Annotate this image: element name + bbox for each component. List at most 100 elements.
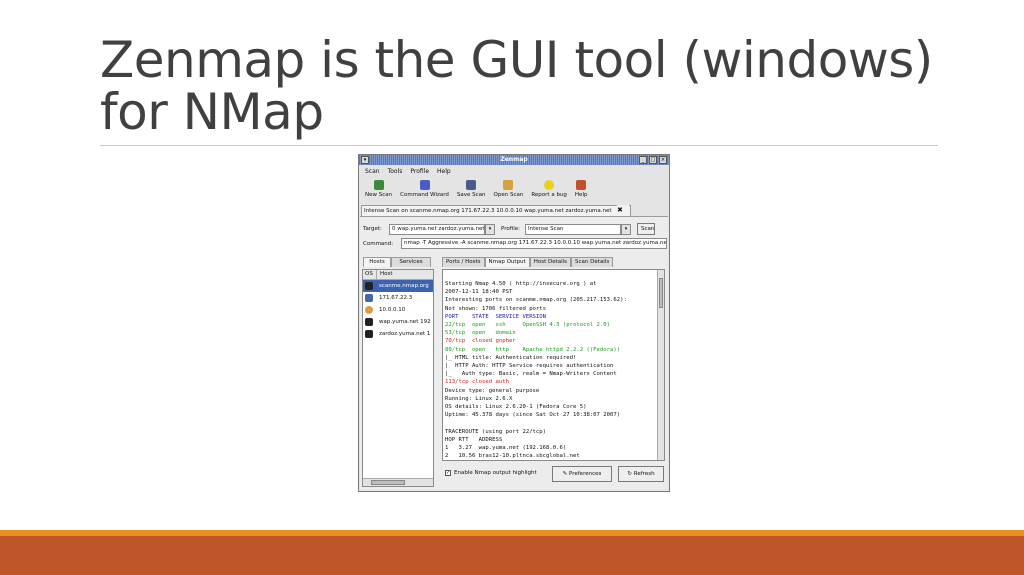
title-line-2: for NMap xyxy=(100,83,324,141)
host-row[interactable]: 171.67.22.3 xyxy=(363,292,433,304)
target-dropdown-icon[interactable]: ▾ xyxy=(485,223,495,235)
target-row: Target: 0 wap.yuma.net zardoz.yuma.net ▾… xyxy=(363,223,655,235)
scan-button[interactable]: Scan xyxy=(637,223,655,235)
tab-ports-hosts[interactable]: Ports / Hosts xyxy=(442,257,485,267)
output-line: Starting Nmap 4.50 ( http://insecure.org… xyxy=(445,281,597,287)
output-line: Device type: general purpose xyxy=(445,387,540,394)
refresh-button[interactable]: ↻ Refresh xyxy=(618,466,664,482)
unknown-os-icon xyxy=(365,306,373,314)
output-line: |_ HTML title: Authentication required! xyxy=(445,354,577,361)
folder-icon xyxy=(503,180,514,190)
host-list: OS Host scanme.nmap.org 171.67.22.3 10.0… xyxy=(362,269,434,487)
nmap-output-text: Starting Nmap 4.50 ( http://insecure.org… xyxy=(443,270,664,460)
close-icon[interactable]: × xyxy=(659,156,667,164)
windows-icon xyxy=(365,294,373,302)
command-label: Command: xyxy=(363,240,394,247)
host-row[interactable]: zardoz.yuma.net 1 xyxy=(363,328,433,340)
nmap-output-pane: Starting Nmap 4.50 ( http://insecure.org… xyxy=(442,269,665,461)
command-wizard-button[interactable]: Command Wizard xyxy=(396,178,453,202)
host-list-header: OS Host xyxy=(363,270,433,280)
bulb-icon xyxy=(544,180,555,190)
tab-nmap-output[interactable]: Nmap Output xyxy=(484,257,530,267)
maximize-icon[interactable]: □ xyxy=(649,156,657,164)
hscroll-thumb[interactable] xyxy=(371,480,405,485)
output-line: |_ Auth type: Basic, realm = Nmap-Writer… xyxy=(445,371,617,378)
left-tabs: Hosts Services xyxy=(363,257,431,267)
output-line: Not shown: 1706 filtered ports xyxy=(445,305,547,312)
target-input[interactable]: 0 wap.yuma.net zardoz.yuma.net xyxy=(389,223,485,235)
linux-icon xyxy=(365,318,373,326)
minimize-icon[interactable]: _ xyxy=(639,156,647,164)
menu-profile[interactable]: Profile xyxy=(410,166,429,177)
output-line: 70/tcp closed gopher xyxy=(445,338,516,345)
col-os[interactable]: OS xyxy=(363,270,377,279)
profile-dropdown-icon[interactable]: ▾ xyxy=(621,223,631,235)
output-scrollbar[interactable] xyxy=(657,270,664,460)
menu-tools[interactable]: Tools xyxy=(388,166,403,177)
highlight-label: Enable Nmap output highlight xyxy=(454,470,537,476)
scan-tab-label: Intense Scan on scanme.nmap.org 171.67.2… xyxy=(364,208,612,214)
profile-select[interactable]: Intense Scan xyxy=(525,223,621,235)
preferences-button[interactable]: ✎ Preferences xyxy=(552,466,612,482)
menu-help[interactable]: Help xyxy=(437,166,451,177)
help-icon xyxy=(576,180,587,190)
output-line: 113/tcp closed auth xyxy=(445,379,509,386)
menubar: Scan Tools Profile Help xyxy=(359,166,669,177)
menu-scan[interactable]: Scan xyxy=(365,166,380,177)
window-titlebar: ▾ Zenmap _ □ × xyxy=(359,155,669,165)
save-icon xyxy=(466,180,477,190)
command-row: Command: nmap -T Aggressive -A scanme.nm… xyxy=(363,238,667,249)
linux-icon xyxy=(365,330,373,338)
highlight-row: ✓ Enable Nmap output highlight xyxy=(445,470,537,476)
output-line: 80/tcp open http Apache httpd 2.2.2 ((Fe… xyxy=(445,346,621,353)
new-scan-icon xyxy=(373,180,384,190)
output-line: 1 3.27 wap.yuma.net (192.168.0.6) xyxy=(445,445,567,452)
wrench-icon: ✎ xyxy=(562,471,568,477)
output-line: PORT STATE SERVICE VERSION xyxy=(445,313,547,320)
scan-tab[interactable]: Intense Scan on scanme.nmap.org 171.67.2… xyxy=(361,205,631,216)
scroll-thumb[interactable] xyxy=(659,278,663,308)
new-scan-button[interactable]: New Scan xyxy=(361,178,396,202)
output-line: Uptime: 45.378 days (since Sat Oct 27 10… xyxy=(445,412,621,419)
output-line: 2 10.56 bras12-10.pltnca.sbcglobal.net xyxy=(445,453,580,460)
highlight-checkbox[interactable]: ✓ xyxy=(445,470,451,476)
footer-bar xyxy=(0,536,1024,575)
title-divider xyxy=(100,145,938,146)
output-line: TRACEROUTE (using port 22/tcp) xyxy=(445,428,547,435)
col-host[interactable]: Host xyxy=(377,270,393,279)
output-line: OS details: Linux 2.6.20-1 (Fedora Core … xyxy=(445,404,587,411)
host-row[interactable]: 10.0.0.10 xyxy=(363,304,433,316)
output-line: Running: Linux 2.6.X xyxy=(445,395,513,402)
open-scan-button[interactable]: Open Scan xyxy=(490,178,528,202)
refresh-icon: ↻ xyxy=(627,471,633,477)
output-line: Interesting ports on scanme.nmap.org (20… xyxy=(445,297,627,304)
output-line: 2007-12-11 18:40 PST xyxy=(445,289,513,296)
output-line: | HTTP Auth: HTTP Service requires authe… xyxy=(445,363,614,370)
host-list-hscroll[interactable] xyxy=(363,478,433,486)
target-label: Target: xyxy=(363,226,382,232)
output-line: 53/tcp open domain xyxy=(445,330,516,337)
command-input[interactable]: nmap -T Aggressive -A scanme.nmap.org 17… xyxy=(401,238,667,249)
profile-label: Profile: xyxy=(501,226,520,232)
tab-host-details[interactable]: Host Details xyxy=(529,257,572,267)
output-line: 22/tcp open ssh OpenSSH 4.3 (protocol 2.… xyxy=(445,322,611,329)
window-title: Zenmap xyxy=(500,156,528,163)
help-button[interactable]: Help xyxy=(571,178,592,202)
title-line-1: Zenmap is the GUI tool (windows) xyxy=(100,31,933,89)
wizard-icon xyxy=(419,180,430,190)
slide-title: Zenmap is the GUI tool (windows) for NMa… xyxy=(100,34,960,138)
output-tabs: Ports / Hosts Nmap Output Host Details S… xyxy=(442,257,614,267)
close-tab-icon[interactable]: ✖ xyxy=(617,205,629,216)
tab-services[interactable]: Services xyxy=(391,257,431,267)
zenmap-window: ▾ Zenmap _ □ × Scan Tools Profile Help N… xyxy=(358,154,670,492)
report-bug-button[interactable]: Report a bug xyxy=(527,178,571,202)
save-scan-button[interactable]: Save Scan xyxy=(453,178,490,202)
tab-hosts[interactable]: Hosts xyxy=(363,257,391,267)
host-row[interactable]: scanme.nmap.org xyxy=(363,280,433,292)
host-row[interactable]: wap.yuma.net 192 xyxy=(363,316,433,328)
tab-scan-details[interactable]: Scan Details xyxy=(571,257,614,267)
linux-icon xyxy=(365,282,373,290)
window-menu-icon[interactable]: ▾ xyxy=(361,156,369,164)
output-line: HOP RTT ADDRESS xyxy=(445,436,503,443)
